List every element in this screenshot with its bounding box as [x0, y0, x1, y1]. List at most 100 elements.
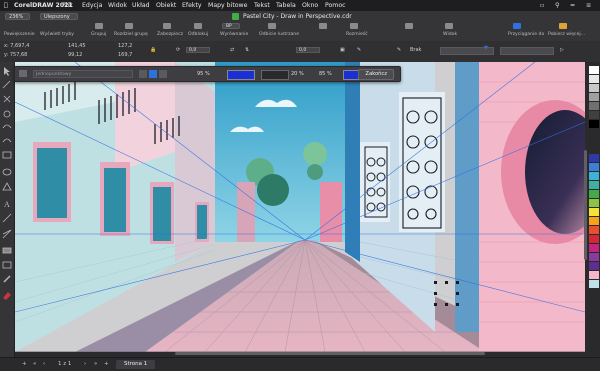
last-page-icon[interactable]: »: [94, 361, 97, 367]
search-icon[interactable]: ⚲: [555, 0, 560, 11]
outline-width[interactable]: Brak: [410, 47, 421, 53]
y-position[interactable]: y: 757,68: [4, 52, 27, 58]
line-color-swatch[interactable]: [261, 70, 289, 80]
line-opacity[interactable]: 20 %: [291, 71, 304, 77]
angle2-field[interactable]: 0,0: [296, 47, 320, 53]
grid-active-icon[interactable]: [149, 70, 157, 78]
grid-icon[interactable]: [139, 70, 147, 78]
swatch-light-blue[interactable]: [589, 280, 599, 288]
edit-icon[interactable]: ✎: [357, 47, 361, 53]
add-page-end-icon[interactable]: +: [104, 361, 109, 367]
perspective-type-combo[interactable]: Jednopunktowy: [33, 70, 133, 78]
mirror-icon[interactable]: [268, 23, 276, 29]
lock-ratio-icon[interactable]: 🔒: [150, 47, 156, 53]
menu-effects[interactable]: Efekty: [182, 0, 202, 11]
shape-tool-icon: [2, 80, 11, 89]
swatch-red-orange[interactable]: [589, 226, 599, 234]
menu-edit[interactable]: Edycja: [82, 0, 102, 11]
group-icon[interactable]: [95, 23, 103, 29]
finish-button[interactable]: Zakończ: [358, 69, 394, 80]
swatch-yellow[interactable]: [589, 208, 599, 216]
view-icon[interactable]: [405, 23, 413, 29]
more-icon[interactable]: ▷: [560, 47, 564, 53]
page-tab[interactable]: Strona 1: [116, 360, 156, 369]
swatch-pink[interactable]: [589, 271, 599, 279]
grid-color-swatch[interactable]: [227, 70, 255, 80]
menu-extra-icon[interactable]: ≡: [586, 0, 591, 11]
swatch-magenta[interactable]: [589, 244, 599, 252]
scale-y-value[interactable]: 169,7: [118, 52, 132, 58]
first-page-icon[interactable]: «: [33, 361, 36, 367]
angle-field[interactable]: 0,0: [186, 47, 210, 53]
menu-table[interactable]: Tabela: [276, 0, 296, 11]
swatch-red[interactable]: [589, 235, 599, 243]
plane-opacity[interactable]: 85 %: [319, 71, 332, 77]
view-mode-combo[interactable]: Ulepszony: [40, 13, 78, 20]
control-center-icon[interactable]: ▫: [540, 0, 544, 11]
swatch-white[interactable]: [589, 66, 599, 74]
get-more-icon[interactable]: [559, 23, 567, 29]
swatch-navy[interactable]: [589, 154, 599, 162]
swatch-purple[interactable]: [589, 253, 599, 261]
eyedropper-tool-icon: [3, 275, 11, 283]
drawing-canvas[interactable]: [15, 62, 585, 352]
add-page-icon[interactable]: +: [22, 361, 27, 367]
swatch-cyan[interactable]: [589, 172, 599, 180]
swatch-violet[interactable]: [589, 262, 599, 270]
menu-window[interactable]: Okno: [302, 0, 318, 11]
swatch-grey-1[interactable]: [589, 75, 599, 83]
document-icon: [232, 13, 239, 20]
view-2-icon[interactable]: [445, 23, 453, 29]
ungroup-icon[interactable]: [125, 23, 133, 29]
menu-bitmaps[interactable]: Mapy bitowe: [208, 0, 247, 11]
group-label: Grupuj: [91, 32, 107, 37]
outline-pen-icon[interactable]: ✎: [397, 47, 401, 53]
swatch-grey-3[interactable]: [589, 93, 599, 101]
mirror-v-icon[interactable]: ⇅: [245, 47, 249, 53]
menu-layout[interactable]: Układ: [132, 0, 150, 11]
menu-object[interactable]: Obiekt: [156, 0, 176, 11]
mirror-h-icon[interactable]: ⇄: [230, 47, 234, 53]
dropdown-arrow-icon[interactable]: ▼: [484, 45, 488, 51]
apple-icon[interactable]: : [4, 0, 8, 11]
property-bar: x: 7,697,4 y: 757,68 141,45 99,12 127,2 …: [0, 41, 600, 63]
swatch-grey-4[interactable]: [589, 102, 599, 110]
swatch-blue[interactable]: [589, 163, 599, 171]
menu-help[interactable]: Pomoc: [325, 0, 346, 11]
wrap-icon[interactable]: ▣: [340, 47, 345, 53]
swatch-lime[interactable]: [589, 199, 599, 207]
horizontal-scrollbar[interactable]: [175, 352, 485, 355]
scale-x-value[interactable]: 127,2: [118, 43, 132, 49]
zoom-combo[interactable]: 236%: [5, 13, 30, 20]
swatch-grey-2[interactable]: [589, 84, 599, 92]
grid-opacity[interactable]: 95 %: [197, 71, 210, 77]
prev-page-icon[interactable]: ‹: [43, 361, 45, 367]
pastel-city-illustration[interactable]: [15, 62, 585, 352]
swatch-orange[interactable]: [589, 217, 599, 225]
width-value[interactable]: 141,45: [68, 43, 86, 49]
swatch-green[interactable]: [589, 190, 599, 198]
view-mode-label: Wyświetl tryby: [40, 32, 75, 37]
perspective-icon[interactable]: [19, 70, 27, 77]
line-end-combo[interactable]: [500, 47, 554, 55]
align-combo[interactable]: BP: [222, 23, 240, 29]
grid-2-icon[interactable]: [159, 70, 167, 78]
rotate-icon[interactable]: ⟳: [176, 47, 180, 53]
swatch-teal[interactable]: [589, 181, 599, 189]
next-page-icon[interactable]: ›: [84, 361, 86, 367]
menu-file[interactable]: Plik: [62, 0, 73, 11]
lock-icon[interactable]: [163, 23, 171, 29]
height-value[interactable]: 99,12: [68, 52, 82, 58]
swatch-grey-5[interactable]: [589, 111, 599, 119]
menu-view[interactable]: Widok: [108, 0, 127, 11]
distribute-2-icon[interactable]: [350, 23, 358, 29]
swatch-black[interactable]: [589, 120, 599, 128]
menu-text[interactable]: Tekst: [254, 0, 270, 11]
unlock-icon[interactable]: [194, 23, 202, 29]
distribute-icon[interactable]: [319, 23, 327, 29]
rectangle-tool-icon: [2, 151, 12, 159]
x-position[interactable]: x: 7,697,4: [4, 43, 29, 49]
vertical-scrollbar[interactable]: [584, 150, 587, 260]
snap-icon[interactable]: [513, 23, 521, 29]
ungroup-label: Rozdziel grupę: [114, 32, 148, 37]
